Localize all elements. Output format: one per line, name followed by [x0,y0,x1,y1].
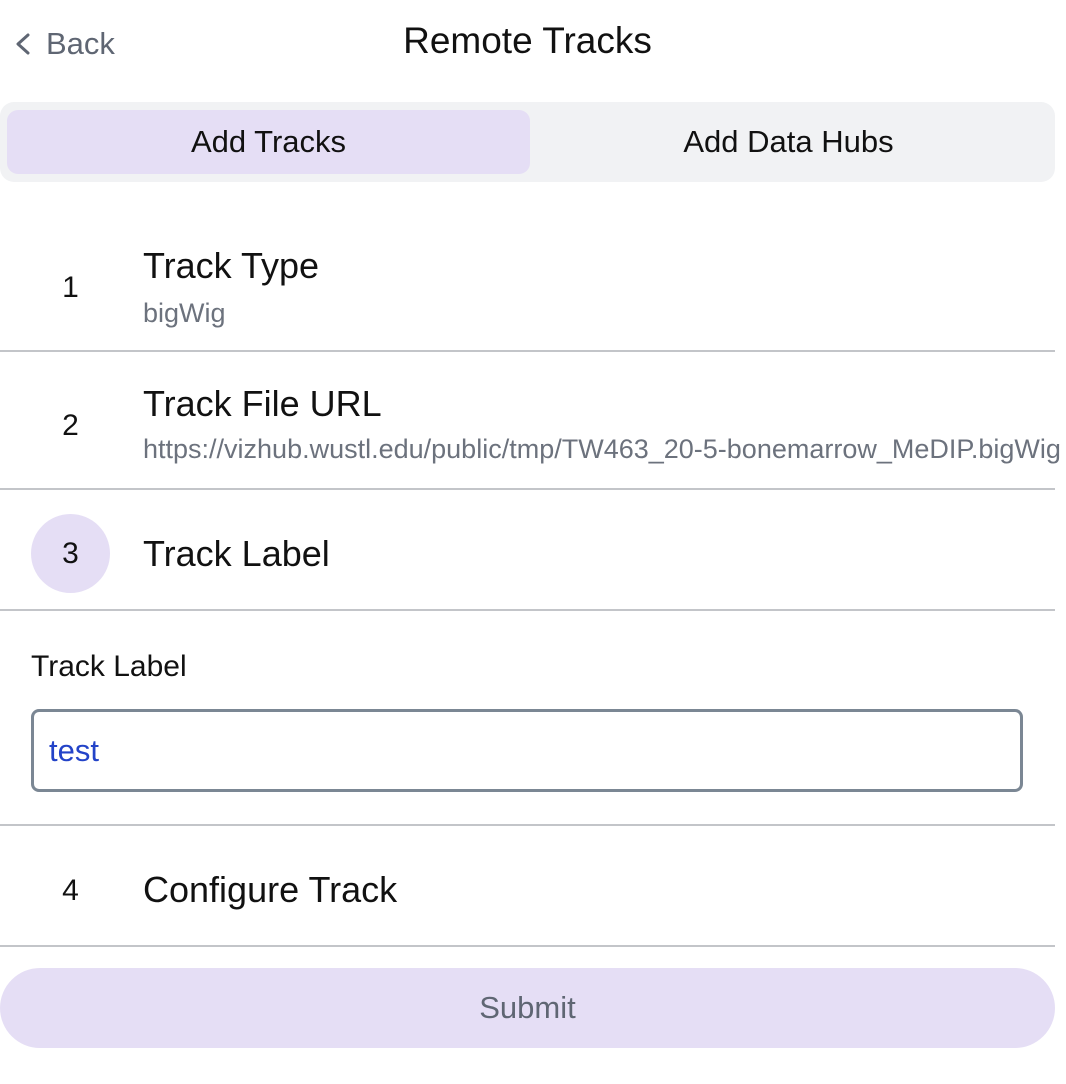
tab-switcher: Add Tracks Add Data Hubs [0,102,1055,182]
tab-add-data-hubs[interactable]: Add Data Hubs [527,110,1050,174]
track-label-input[interactable] [31,709,1023,792]
step-title: Track Type [143,245,320,286]
divider [0,350,1055,352]
step-title: Track File URL [143,383,382,424]
step-value-clip: https://vizhub.wustl.edu/public/tmp/TW46… [143,434,1066,474]
divider [0,824,1055,826]
submit-button[interactable]: Submit [0,968,1055,1048]
step-number: 2 [62,408,79,442]
step-title: Configure Track [143,869,398,910]
page-title: Remote Tracks [403,20,652,61]
divider [0,945,1055,947]
step-number: 1 [62,270,79,304]
step-value: https://vizhub.wustl.edu/public/tmp/TW46… [143,434,1061,464]
track-label-field-label: Track Label [31,650,187,683]
tab-add-tracks[interactable]: Add Tracks [7,110,530,174]
divider [0,488,1055,490]
step-number: 4 [62,873,79,907]
step-value: bigWig [143,298,226,328]
step-number-current: 3 [31,514,110,593]
divider [0,609,1055,611]
header: Back Remote Tracks [0,0,1055,88]
remote-tracks-page: Back Remote Tracks Add Tracks Add Data H… [0,0,1066,1084]
step-title: Track Label [143,533,330,574]
